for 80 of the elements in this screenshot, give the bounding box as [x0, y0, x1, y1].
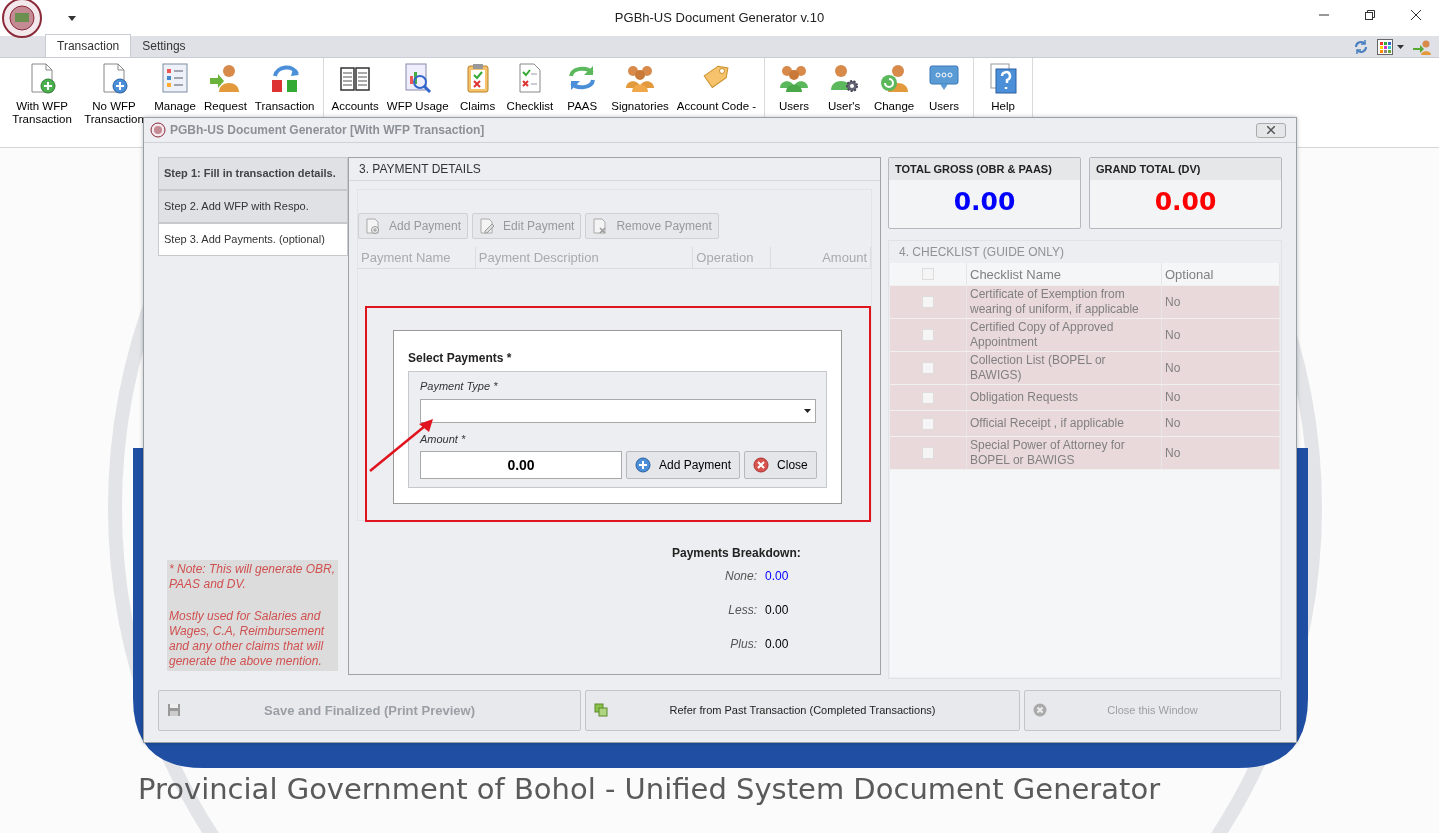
field-label: Payment Type * [420, 379, 499, 394]
payment-type-dropdown[interactable] [420, 398, 816, 423]
panel-title: 3. PAYMENT DETAILS [349, 158, 880, 181]
table-cell-text: Special Power of Attorney for BOPEL or BAWIGS [970, 438, 1126, 468]
breakdown-label: None: [723, 568, 757, 585]
step-tab[interactable]: Step 3. Add Payments. (optional) [158, 223, 348, 256]
step-tab[interactable]: Step 2. Add WFP with Respo. [158, 190, 348, 223]
table-cell-text: Certificate of Exemption from wearing of uniform, if applicable [970, 287, 1140, 317]
column-header: Amount [771, 247, 871, 268]
dialog-heading: Select Payments * [408, 350, 513, 367]
table-cell-text: Collection List (BOPEL or BAWIGS) [970, 353, 1107, 383]
ribbon-button[interactable]: With WFP Transaction [6, 62, 78, 144]
step-tab[interactable]: Step 1: Fill in transaction details. [158, 157, 348, 190]
breakdown-label: Less: [727, 602, 757, 619]
ribbon-tab[interactable]: Settings [131, 35, 197, 57]
color-grid-icon[interactable] [1377, 38, 1405, 55]
dialog-button[interactable]: Add Payment [626, 451, 741, 479]
close-icon [1033, 703, 1047, 717]
person-arrow-icon[interactable] [1413, 38, 1431, 55]
footer-button[interactable]: Refer from Past Transaction (Completed Transactions) [585, 690, 1020, 731]
close-icon [753, 457, 770, 473]
help-icon [987, 62, 1020, 94]
table-cell: No [1165, 294, 1181, 310]
background-caption: Provincial Government of Bohol - Unified System Document Generator [138, 771, 1161, 808]
ribbon-button[interactable]: Users [769, 62, 820, 144]
ribbon-button[interactable]: Signatories [607, 62, 673, 144]
table-cell: No [1165, 390, 1181, 405]
document-pencil-icon [479, 218, 496, 234]
seal-logo-icon [2, 0, 42, 38]
panel-title: 4. CHECKLIST (GUIDE ONLY) [898, 244, 1065, 261]
breakdown-value: 0.00 [765, 636, 789, 653]
table-cell-text: Certified Copy of Approved Appointment [970, 320, 1115, 350]
card-title: TOTAL GROSS (OBR & PAAS) [889, 158, 1080, 180]
table-cell: No [1165, 327, 1181, 343]
total-value: 0.00 [952, 186, 1017, 218]
plus-circle-icon [635, 457, 651, 473]
table-cell: No [1165, 445, 1181, 461]
restore-icon [1365, 10, 1375, 20]
ribbon-button[interactable]: Users [919, 62, 970, 144]
column-header: Optional [1165, 266, 1214, 282]
copy-icon [594, 703, 608, 717]
table-cell: Obligation Requests [970, 390, 1079, 405]
table-cell: No [1165, 416, 1181, 431]
ribbon-button[interactable]: User's [819, 62, 870, 144]
document-plus-icon [365, 218, 381, 234]
note-text: Mostly used for Salaries and Wages, C.A, Reimbursement and any other claims that will generate the above mention. [167, 594, 338, 671]
total-value: 0.00 [1153, 186, 1218, 218]
ribbon-tab[interactable]: Transaction [45, 34, 132, 57]
table-cell: Official Receipt , if applicable [970, 416, 1124, 431]
person-arrow-icon [209, 62, 242, 94]
list-icon [159, 62, 191, 94]
column-header: Payment Description [475, 247, 694, 268]
dialog-title: PGBh-US Document Generator [With WFP Transaction] [170, 122, 485, 139]
ribbon-button[interactable]: PAAS [557, 62, 608, 144]
field-label: Amount * [420, 431, 467, 447]
caret-icon [804, 408, 811, 413]
column-header: Checklist Name [970, 266, 1062, 282]
amount-field[interactable]: 0.00 [420, 451, 622, 479]
dropdown-caret-icon[interactable] [68, 16, 76, 22]
person-gear-icon [828, 62, 861, 94]
breakdown-value: 0.00 [765, 568, 789, 585]
card-title: GRAND TOTAL (DV) [1090, 158, 1281, 180]
seal-logo-icon [150, 122, 166, 138]
close-button[interactable] [1256, 122, 1286, 138]
dialog-button[interactable]: Close [744, 451, 817, 479]
column-header: Payment Name [358, 247, 476, 268]
breakdown-value: 0.00 [765, 602, 789, 619]
document-remove-icon [592, 218, 609, 234]
refresh-icon[interactable] [1353, 38, 1369, 55]
ribbon-button[interactable]: Account Code - [672, 62, 761, 144]
breakdown-title: Payments Breakdown: [672, 545, 801, 562]
note-text: * Note: This will generate OBR, PAAS and DV. [167, 560, 338, 594]
column-header: Operation [693, 247, 772, 268]
person-arrow-icon [878, 62, 911, 94]
close-icon [1411, 10, 1421, 20]
table-cell: No [1165, 360, 1181, 376]
ribbon-button[interactable]: Checklist [502, 62, 558, 144]
window-title: PGBh-US Document Generator v.10 [614, 9, 825, 28]
close-icon [1267, 126, 1275, 134]
breakdown-label: Plus: [729, 636, 757, 653]
